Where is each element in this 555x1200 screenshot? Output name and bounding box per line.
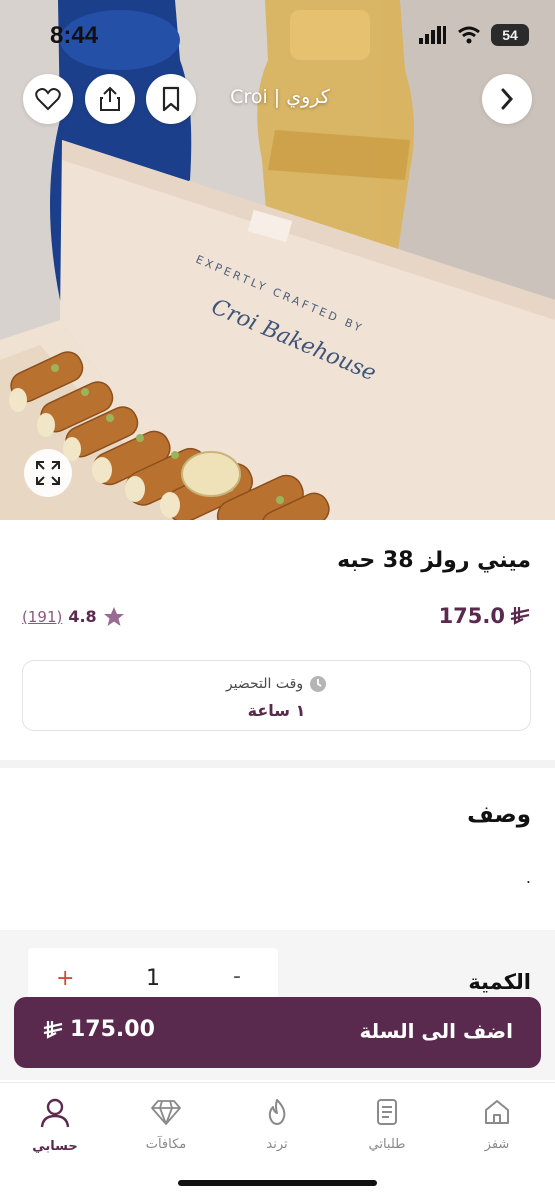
nav-label-account: حسابي [32,1139,78,1154]
home-indicator [178,1180,377,1186]
chevron-right-icon [501,88,514,110]
prep-time-value: ١ ساعة [247,701,306,720]
wifi-icon [458,26,480,44]
riyal-icon [43,1020,63,1039]
share-icon [100,86,120,111]
trend-icon [268,1099,286,1125]
heart-icon [35,88,61,111]
prep-time-label: وقت التحضير [225,676,304,692]
account-icon [40,1098,70,1128]
store-name: كروي | Croi [230,86,330,108]
nav-label-chefs: شفز [484,1137,510,1152]
nav-item-trend[interactable]: ترند [232,1097,322,1152]
product-title: ميني رولز 38 حبه [337,548,531,573]
home-icon [485,1100,509,1124]
price-value: 175.0 [438,604,505,628]
favorite-button[interactable] [23,74,73,124]
nav-item-rewards[interactable]: مكافآت [121,1097,211,1152]
prep-time-card: وقت التحضير ١ ساعة [22,660,531,731]
product-photo: EXPERTLY CRAFTED BY Croi Bakehouse [0,0,555,520]
diamond-icon [151,1100,181,1125]
expand-image-button[interactable] [24,449,72,497]
riyal-icon [510,607,530,625]
rating-value: 4.8 [68,607,97,626]
nav-label-rewards: مكافآت [145,1137,187,1152]
product-rating[interactable]: (191) 4.8 [22,606,125,627]
section-divider [0,760,555,768]
status-time: 8:44 [50,22,99,49]
quantity-value: 1 [146,966,160,991]
description-title: وصف [467,802,531,828]
rating-count[interactable]: (191) [22,608,62,626]
battery-indicator: 54 [491,24,529,46]
quantity-label: الكمية [468,970,531,994]
nav-item-orders[interactable]: طلباتي [342,1097,432,1152]
status-bar: 8:44 54 [0,0,555,72]
status-icons: 54 [419,24,529,46]
signal-icon [419,26,446,44]
orders-icon [377,1099,397,1125]
clock-icon [310,676,327,692]
back-button[interactable] [482,74,532,124]
cart-total: 175.00 [42,1017,155,1042]
nav-item-account[interactable]: حسابي [10,1097,100,1154]
nav-item-chefs[interactable]: شفز [452,1097,542,1152]
add-to-cart-button[interactable]: 175.00 اضف الى السلة [14,997,541,1068]
product-price: 175.0 [439,604,531,628]
star-icon [103,607,124,626]
bookmark-icon [162,86,180,112]
quantity-decrease-button[interactable]: - [233,964,241,989]
prep-time-label-row: وقت التحضير [23,675,530,693]
nav-label-orders: طلباتي [368,1137,406,1152]
add-to-cart-label: اضف الى السلة [359,1019,513,1043]
share-button[interactable] [85,74,135,124]
description-text: . [525,868,531,887]
nav-label-trend: ترند [266,1137,288,1152]
product-image: EXPERTLY CRAFTED BY Croi Bakehouse 8:44 … [0,0,555,520]
quantity-increase-button[interactable]: + [56,966,74,991]
cart-total-value: 175.00 [70,1017,155,1042]
bookmark-button[interactable] [146,74,196,124]
expand-icon [36,461,60,485]
